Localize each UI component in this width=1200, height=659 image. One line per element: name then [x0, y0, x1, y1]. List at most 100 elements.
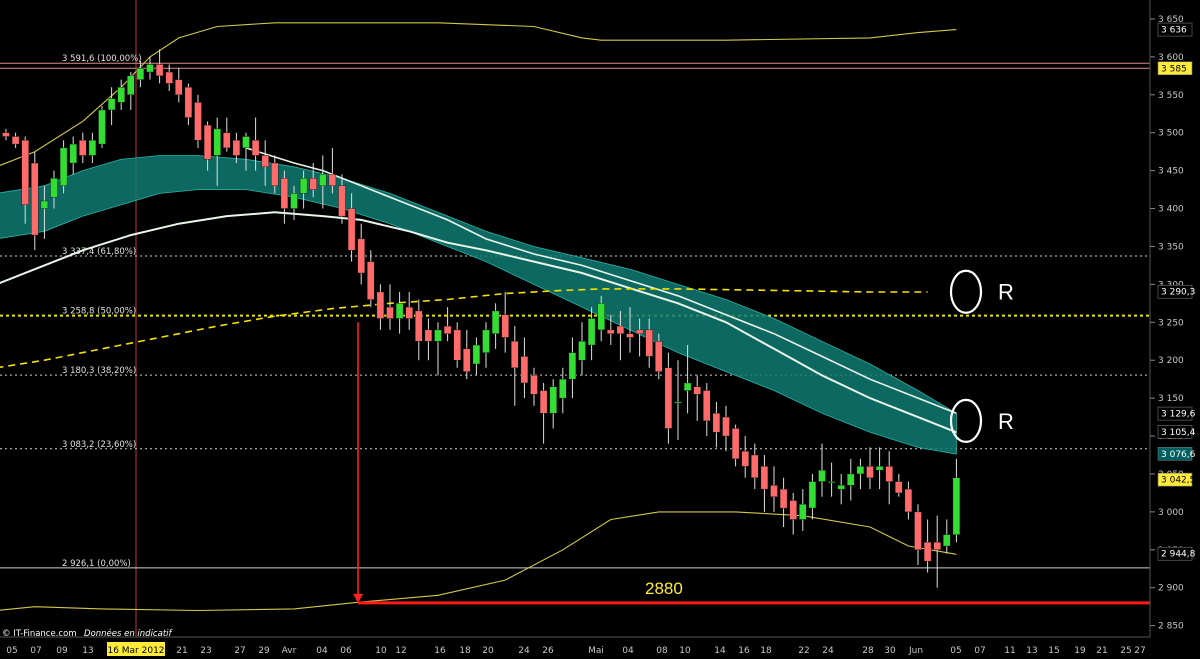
candle-body: [40, 200, 49, 209]
credit-note: Données en indicatif: [84, 628, 174, 639]
candle-body: [741, 451, 749, 467]
x-tick-label: 27: [1134, 646, 1145, 656]
candle-body: [251, 140, 260, 156]
y-tick-label: 3 000: [1158, 508, 1184, 518]
price-tag-text: 3 105,4: [1161, 428, 1196, 438]
candle-body: [443, 325, 452, 334]
price-tag-text: 3 129,6: [1161, 410, 1196, 420]
candle-body: [559, 378, 567, 399]
x-tick-label: 30: [884, 646, 896, 656]
candle-body: [472, 344, 481, 365]
candlestick-chart: 3 591,6 (100,00%) 3 337,4 (61,80%) 3 258,8…: [0, 0, 1200, 659]
x-tick-label: 04: [622, 646, 634, 656]
candle-body: [357, 238, 365, 274]
candle-body: [319, 174, 327, 186]
x-tick-label: 24: [518, 646, 530, 656]
x-tick-label: 10: [375, 646, 387, 656]
candle-body: [760, 466, 769, 490]
candle-body: [69, 143, 77, 164]
y-tick-label: 3 250: [1158, 318, 1184, 328]
y-tick-label: 2 900: [1158, 584, 1184, 594]
candle-body: [213, 128, 221, 156]
candle-body: [203, 124, 212, 160]
x-tick-label: Avr: [282, 646, 297, 656]
x-tick-label: 28: [862, 646, 874, 656]
candle-body: [31, 162, 39, 236]
candle-body: [674, 401, 682, 404]
candle-body: [587, 318, 596, 346]
resistance-label: R: [998, 409, 1014, 434]
candle-body: [722, 416, 730, 437]
candle-body: [482, 329, 490, 353]
candle-body: [184, 87, 193, 118]
candle-body: [299, 178, 308, 194]
credit-source: © IT-Finance.com: [2, 629, 77, 639]
candle-body: [155, 64, 164, 77]
candle-body: [731, 428, 740, 459]
x-tick-label: 29: [258, 646, 270, 656]
candle-body: [21, 140, 29, 205]
y-tick-label: 3 500: [1158, 129, 1184, 139]
candle-body: [424, 329, 433, 342]
candle-body: [2, 132, 10, 137]
candle-body: [520, 356, 529, 384]
x-tick-label-highlight: 16 Mar 2012: [107, 646, 164, 656]
price-tag-text: 3 585: [1161, 64, 1187, 74]
y-tick-label: 3 450: [1158, 167, 1184, 177]
candle-body: [539, 390, 548, 414]
fib-level-label: 3 180,3 (38,20%): [62, 366, 136, 376]
candle-body: [11, 136, 20, 145]
candle-body: [626, 333, 634, 338]
candle-body: [875, 466, 884, 471]
candle-body: [645, 329, 653, 357]
fib-level-label: 3 083,2 (23,60%): [62, 440, 136, 450]
price-tag-text: 3 290,3: [1161, 288, 1195, 298]
candle-body: [914, 511, 922, 550]
candle-body: [242, 136, 250, 149]
candle-body: [347, 208, 356, 251]
candle-body: [386, 306, 394, 319]
candle-body: [655, 341, 663, 372]
candle-body: [376, 291, 385, 319]
candle-body: [405, 306, 413, 319]
candle-body: [79, 140, 87, 156]
candle-body: [194, 102, 202, 141]
candle-body: [328, 174, 337, 186]
target-label: 2880: [645, 579, 683, 598]
candle-body: [127, 75, 135, 95]
x-tick-label: 12: [395, 646, 406, 656]
candle-body: [895, 481, 903, 494]
candle-body: [309, 178, 317, 190]
candle-body: [501, 314, 509, 338]
candle-body: [616, 325, 625, 334]
fib-level-label: 3 337,4 (61,80%): [62, 247, 136, 257]
x-tick-label: 05: [950, 646, 961, 656]
candle-body: [789, 500, 797, 520]
candle-body: [463, 348, 471, 372]
candle-body: [223, 132, 231, 149]
candle-body: [271, 162, 279, 186]
resistance-label: R: [998, 280, 1014, 305]
x-tick-label: 22: [798, 646, 809, 656]
candle-body: [779, 488, 788, 509]
y-tick-label: 3 350: [1158, 242, 1184, 252]
x-tick-label: 09: [56, 646, 68, 656]
candle-body: [395, 303, 404, 319]
candle-body: [59, 147, 68, 186]
x-tick-label: 05: [6, 646, 17, 656]
candle-body: [635, 329, 644, 334]
x-tick-label: 23: [200, 646, 211, 656]
candle-body: [50, 178, 58, 198]
candle-body: [847, 473, 855, 486]
x-tick-label: 04: [316, 646, 328, 656]
price-tag-text: 3 636: [1161, 26, 1187, 36]
candle-body: [88, 140, 97, 156]
candle-body: [453, 329, 461, 361]
fib-level-label: 2 926,1 (0,00%): [62, 559, 131, 569]
price-tag-text: 3 042,5: [1161, 476, 1195, 486]
candle-body: [530, 375, 538, 395]
candle-body: [866, 466, 874, 478]
x-tick-label: 16: [434, 646, 446, 656]
candle-body: [136, 68, 145, 80]
x-tick-label: 10: [679, 646, 691, 656]
